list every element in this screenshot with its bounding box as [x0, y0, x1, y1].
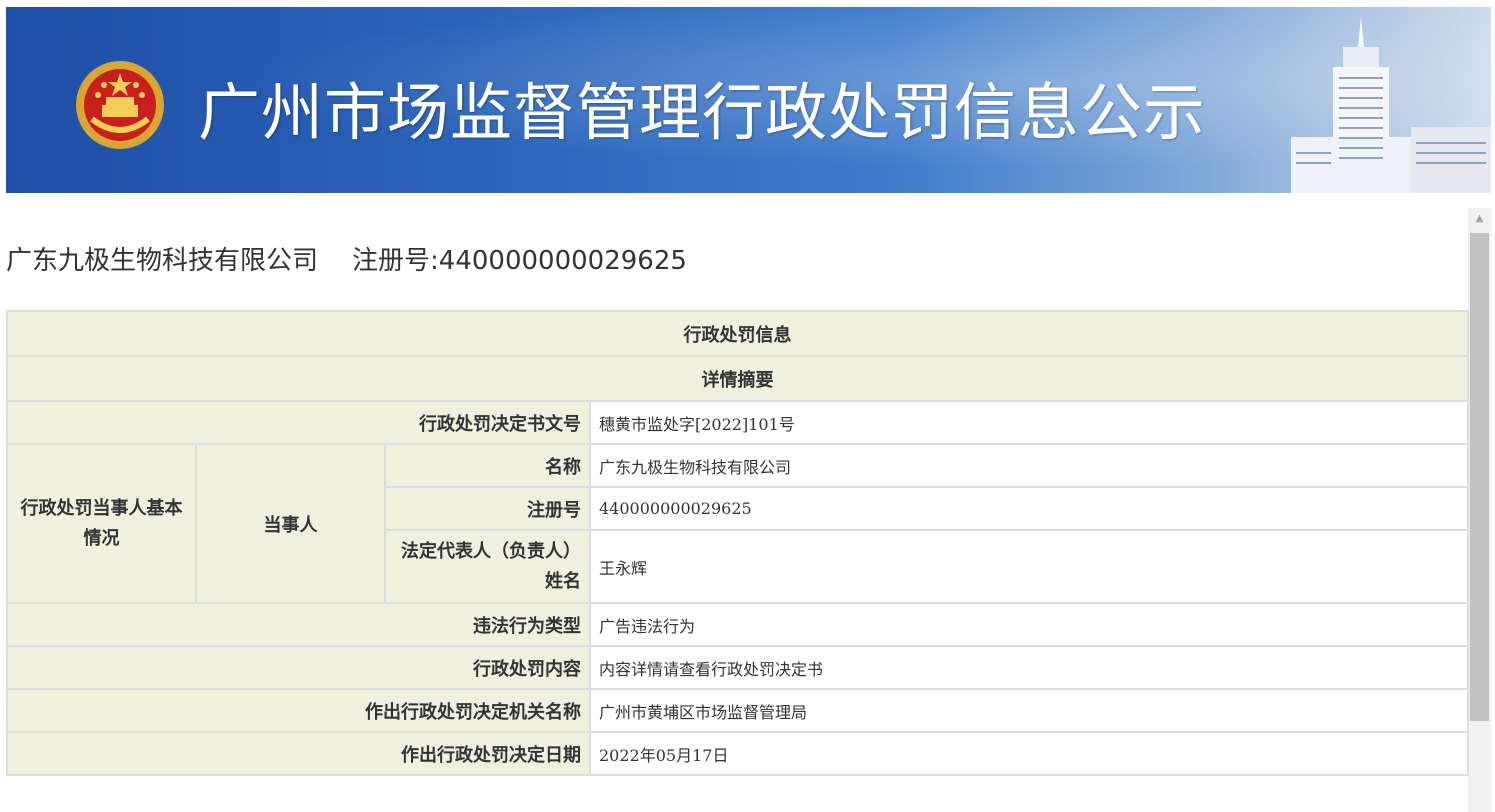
doc-no-value: 穗黄市监处字[2022]101号: [589, 400, 1469, 445]
banner-title: 广州市场监督管理行政处罚信息公示: [198, 76, 1207, 149]
penalty-content-label: 行政处罚内容: [6, 645, 591, 690]
company-header: 广东九极生物科技有限公司 注册号:440000000029625: [6, 240, 687, 277]
company-name: 广东九极生物科技有限公司: [6, 246, 319, 276]
legal-rep-label: 法定代表人（负责人）姓名: [384, 529, 591, 604]
vertical-scrollbar[interactable]: ▲: [1468, 208, 1491, 812]
legal-rep-value: 王永辉: [589, 529, 1469, 604]
decision-date-value: 2022年05月17日: [589, 731, 1469, 776]
page: 广州市场监督管理行政处罚信息公示 ▲ 广东九极生物科技有限公司 注册号:4400…: [0, 0, 1495, 812]
violation-type-label: 违法行为类型: [6, 602, 591, 647]
section-title: 行政处罚信息: [6, 310, 1469, 357]
decision-date-label: 作出行政处罚决定日期: [6, 731, 591, 776]
name-label: 名称: [384, 443, 591, 488]
reg-no-label: 注册号: [384, 486, 591, 531]
penalty-content-value: 内容详情请查看行政处罚决定书: [589, 645, 1469, 690]
party-group-label: 行政处罚当事人基本情况: [6, 443, 197, 604]
reg-no-value: 440000000029625: [589, 486, 1469, 531]
government-building-icon: [1291, 17, 1491, 193]
registration-label: 注册号:: [352, 246, 439, 276]
scroll-thumb[interactable]: [1470, 233, 1489, 721]
doc-no-label: 行政处罚决定书文号: [6, 400, 591, 445]
registration-number: 440000000029625: [438, 246, 687, 276]
party-label: 当事人: [195, 443, 386, 604]
name-value: 广东九极生物科技有限公司: [589, 443, 1469, 488]
summary-title: 详情摘要: [6, 355, 1469, 402]
scroll-up-icon[interactable]: ▲: [1468, 208, 1491, 230]
header-banner: 广州市场监督管理行政处罚信息公示: [6, 7, 1491, 193]
authority-label: 作出行政处罚决定机关名称: [6, 688, 591, 733]
penalty-info-table: 行政处罚信息 详情摘要 行政处罚决定书文号 穗黄市监处字[2022]101号 行…: [6, 310, 1469, 776]
national-emblem-icon: [76, 61, 164, 149]
authority-value: 广州市黄埔区市场监督管理局: [589, 688, 1469, 733]
violation-type-value: 广告违法行为: [589, 602, 1469, 647]
